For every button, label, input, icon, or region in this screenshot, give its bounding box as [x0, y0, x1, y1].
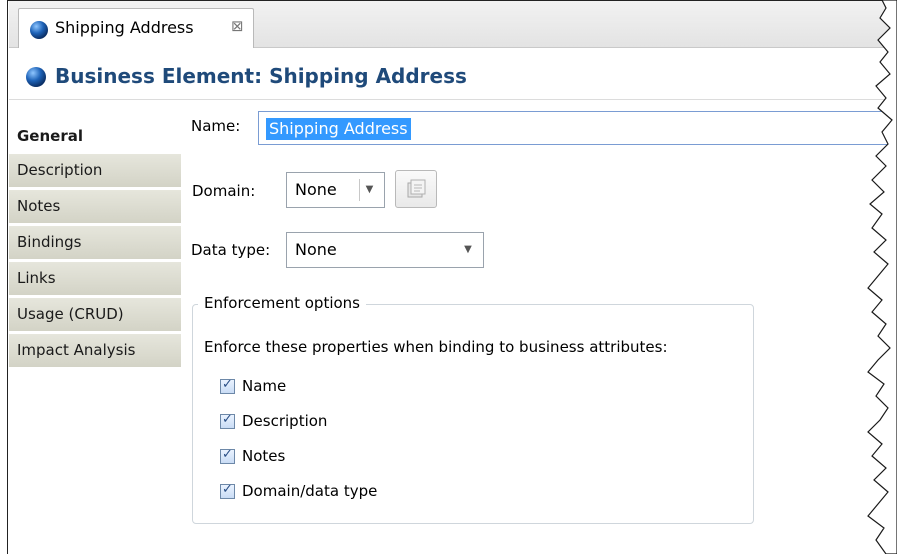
name-field-value: Shipping Address	[266, 118, 411, 140]
domain-select[interactable]: None ▼	[286, 172, 385, 208]
checkmark-icon: ✓	[222, 447, 233, 462]
frame-left-border	[0, 0, 8, 554]
checkmark-icon: ✓	[222, 482, 233, 497]
checkbox-box[interactable]: ✓	[220, 482, 235, 499]
section-nav: General Description Notes Bindings Links…	[9, 100, 181, 554]
globe-icon	[25, 66, 47, 88]
globe-icon	[29, 20, 49, 40]
name-field[interactable]: Shipping Address	[258, 111, 897, 145]
torn-edge	[867, 0, 897, 554]
checkbox-box[interactable]: ✓	[220, 377, 235, 394]
checkbox-box[interactable]: ✓	[220, 412, 235, 429]
checkmark-icon: ✓	[222, 377, 233, 392]
nav-item-bindings[interactable]: Bindings	[9, 226, 181, 260]
checkbox-label: Domain/data type	[242, 482, 378, 500]
checkbox-box[interactable]: ✓	[220, 447, 235, 464]
domain-value: None	[295, 180, 337, 199]
close-icon[interactable]: ⊠	[231, 17, 244, 35]
editor-header: Business Element: Shipping Address	[9, 55, 889, 100]
checkbox-label: Description	[242, 412, 328, 430]
enforcement-description: Enforce these properties when binding to…	[204, 338, 668, 356]
nav-item-links[interactable]: Links	[9, 262, 181, 296]
nav-item-notes[interactable]: Notes	[9, 190, 181, 224]
datatype-value: None	[295, 240, 337, 259]
tab-shipping-address[interactable]: Shipping Address ⊠	[18, 8, 254, 48]
page-title: Business Element: Shipping Address	[55, 64, 467, 88]
domain-label: Domain:	[192, 182, 256, 200]
checkbox-label: Notes	[242, 447, 286, 465]
properties-icon	[407, 179, 426, 198]
datatype-label: Data type:	[191, 241, 271, 259]
name-label: Name:	[191, 117, 241, 135]
tab-title: Shipping Address	[55, 18, 194, 37]
nav-item-description[interactable]: Description	[9, 154, 181, 188]
chevron-down-icon[interactable]: ▼	[458, 239, 478, 261]
nav-item-impact-analysis[interactable]: Impact Analysis	[9, 334, 181, 368]
checkbox-label: Name	[242, 377, 287, 395]
group-title: Enforcement options	[198, 294, 366, 312]
chevron-down-icon[interactable]: ▼	[359, 179, 379, 201]
nav-item-usage-crud[interactable]: Usage (CRUD)	[9, 298, 181, 332]
editor-tab-bar: Shipping Address ⊠	[9, 1, 889, 48]
editor-window: Shipping Address ⊠ Business Element: Shi…	[0, 0, 897, 554]
datatype-select[interactable]: None ▼	[286, 232, 484, 268]
domain-properties-button[interactable]	[395, 170, 437, 208]
nav-item-general[interactable]: General	[9, 100, 181, 154]
checkmark-icon: ✓	[222, 412, 233, 427]
